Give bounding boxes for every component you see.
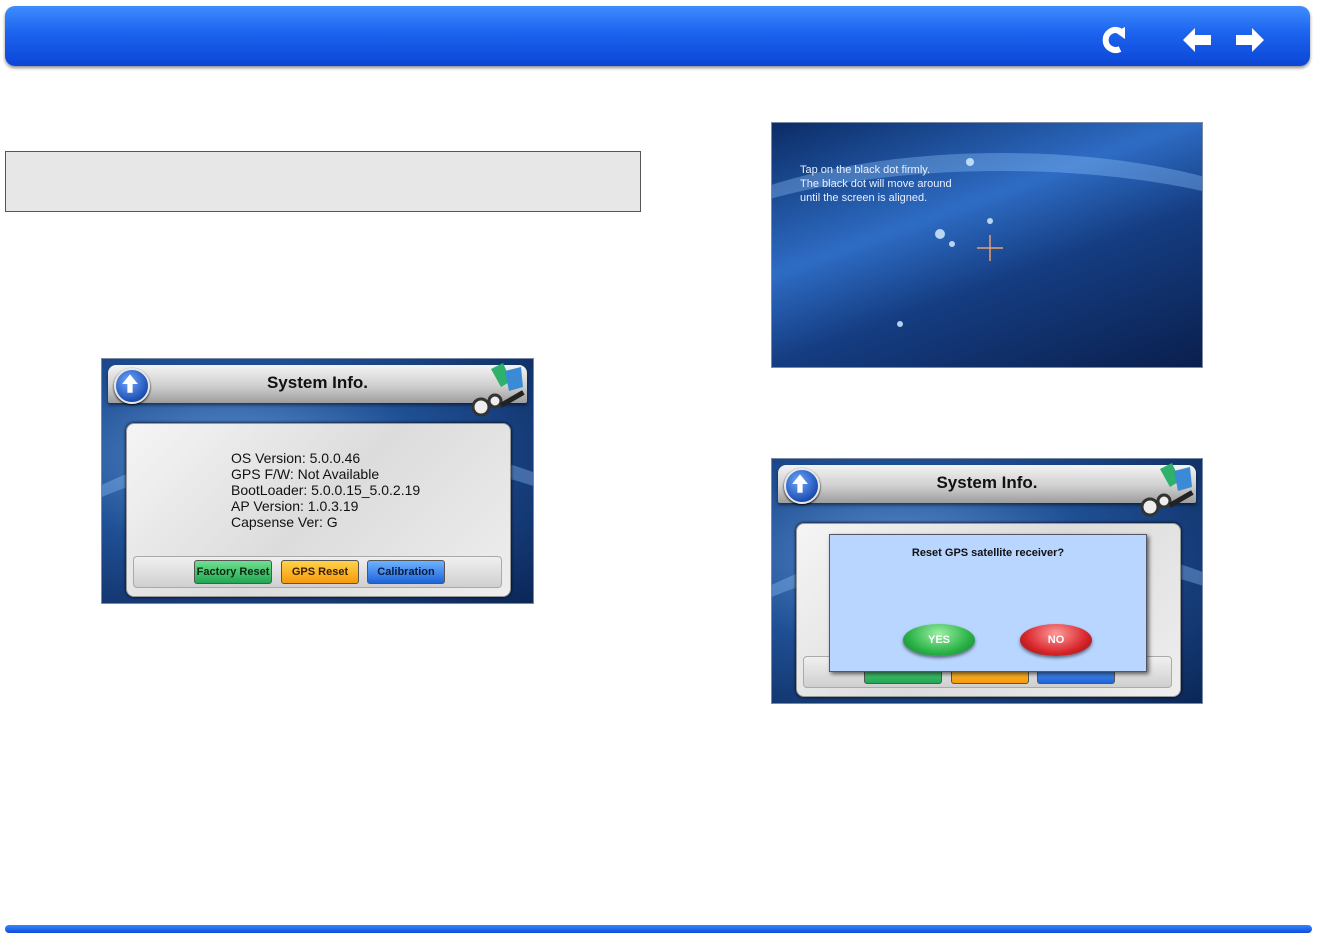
previous-page-icon[interactable] [1181, 23, 1215, 57]
os-version-text: OS Version: 5.0.0.46 [231, 450, 361, 466]
next-page-icon[interactable] [1232, 23, 1266, 57]
bootloader-text: BootLoader: 5.0.0.15_5.0.2.19 [231, 482, 421, 498]
bubble [966, 158, 974, 166]
header-bar [5, 6, 1310, 66]
bubble [935, 229, 945, 239]
bubble [897, 321, 903, 327]
no-button[interactable]: NO [1020, 624, 1092, 656]
calibration-line-3: until the screen is aligned. [800, 192, 928, 204]
settings-tools-icon [471, 363, 525, 417]
gps-reset-button[interactable]: GPS Reset [281, 560, 359, 584]
note-box [5, 151, 641, 212]
calibration-line-2: The black dot will move around [800, 178, 952, 190]
bubble [987, 218, 993, 224]
dialog-message: Reset GPS satellite receiver? [911, 547, 1065, 559]
ap-version-text: AP Version: 1.0.3.19 [231, 498, 359, 514]
version-info-list: OS Version: 5.0.0.46 GPS F/W: Not Availa… [231, 450, 420, 530]
back-arrow-icon[interactable] [1098, 23, 1132, 57]
footer-bar [5, 925, 1312, 933]
system-info-screenshot: System Info. OS Version: 5.0.0.46 GPS F/… [101, 358, 534, 604]
gps-reset-dialog-screenshot: System Info. Reset GPS satellite receive… [771, 458, 1203, 704]
calibration-line-1: Tap on the black dot firmly. [800, 164, 931, 176]
button-tray: Factory Reset GPS Reset Calibration [133, 556, 502, 588]
bubble [949, 241, 955, 247]
yes-button[interactable]: YES [903, 624, 975, 656]
calibration-screenshot: Tap on the black dot firmly. The black d… [771, 122, 1203, 368]
capsense-version-text: Capsense Ver: G [231, 514, 338, 530]
calibration-instructions: Tap on the black dot firmly. The black d… [800, 163, 952, 205]
settings-tools-icon [1140, 463, 1194, 517]
gps-firmware-text: GPS F/W: Not Available [231, 466, 380, 482]
confirm-dialog: Reset GPS satellite receiver? YES NO [829, 534, 1147, 672]
system-info-panel: OS Version: 5.0.0.46 GPS F/W: Not Availa… [126, 423, 511, 597]
calibration-button[interactable]: Calibration [367, 560, 445, 584]
calibration-target-crosshair-icon[interactable] [977, 235, 1003, 261]
factory-reset-button[interactable]: Factory Reset [194, 560, 272, 584]
